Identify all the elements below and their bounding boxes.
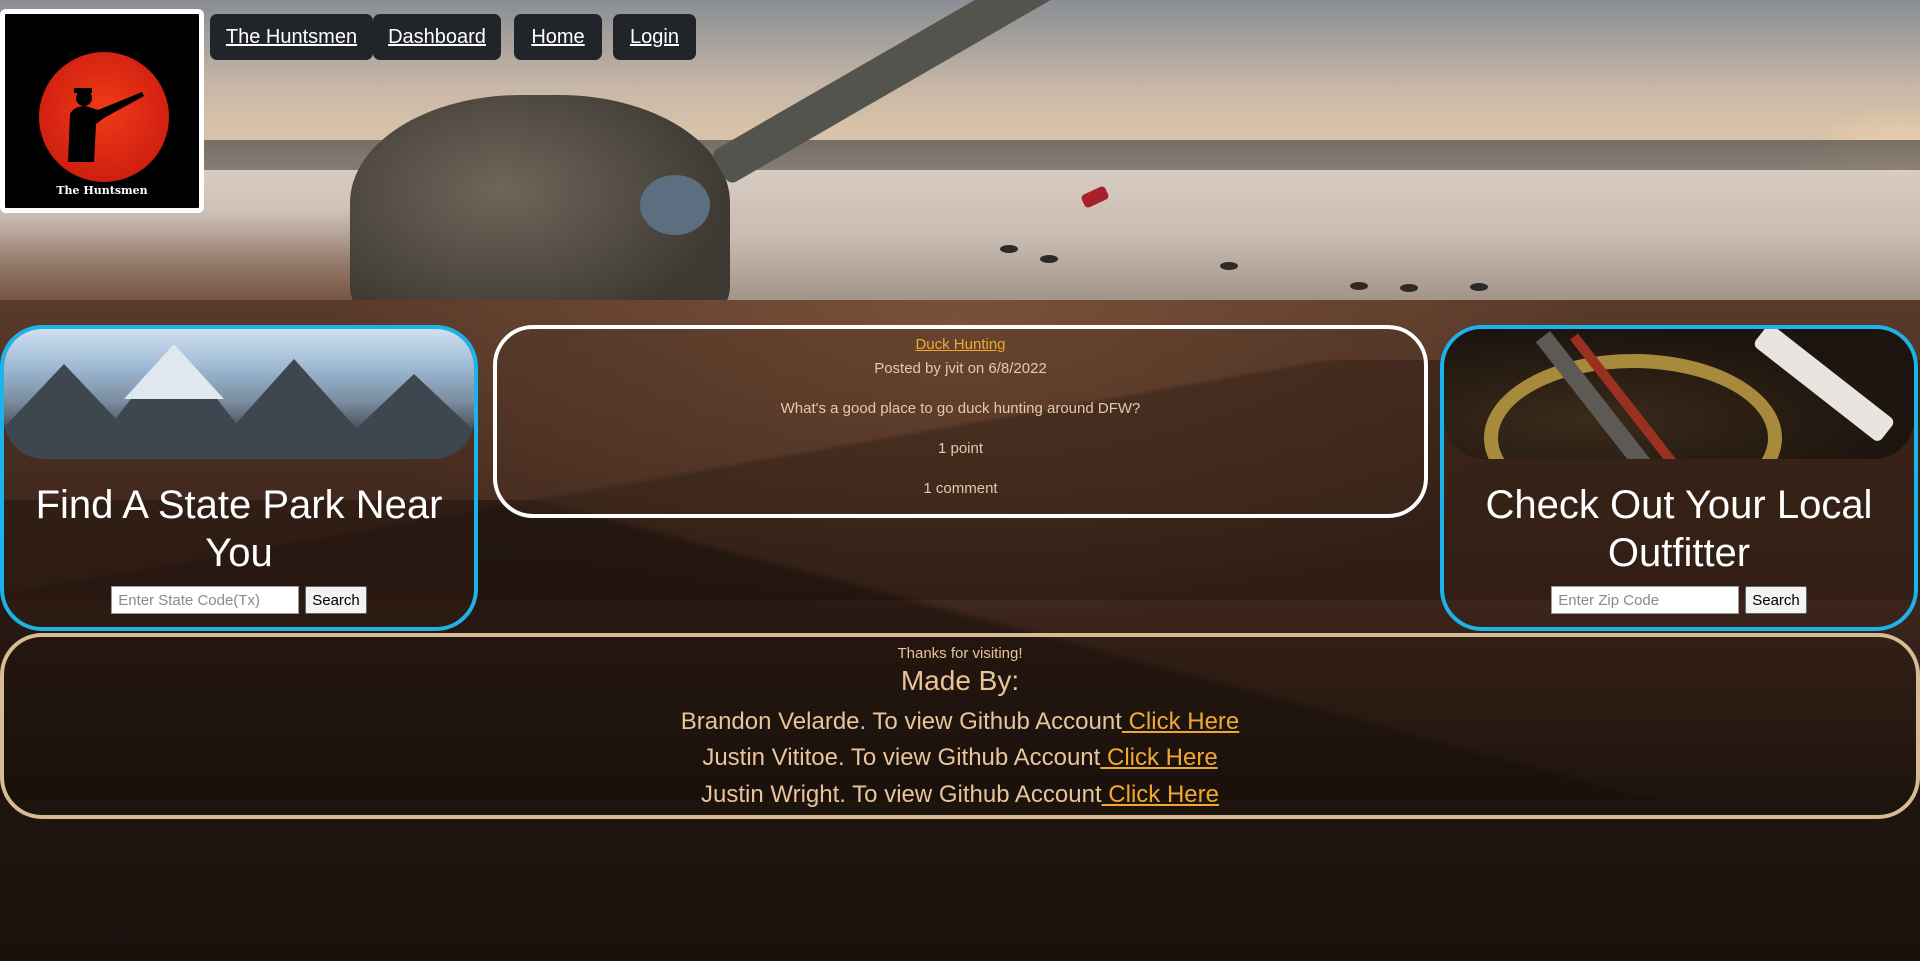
- credit-text: Justin Wright. To view Github Account: [701, 781, 1102, 808]
- state-park-card: Find A State Park Near You Search: [0, 325, 478, 631]
- github-link[interactable]: Click Here: [1122, 708, 1240, 735]
- duck-decoy: [1040, 255, 1058, 263]
- footer: Thanks for visiting! Made By: Brandon Ve…: [0, 633, 1920, 819]
- duck-decoy: [1350, 282, 1368, 290]
- post-title-link[interactable]: Duck Hunting: [915, 336, 1005, 353]
- duck-decoy: [1400, 284, 1418, 292]
- hero-grass: [0, 210, 360, 300]
- duck-decoy: [1220, 262, 1238, 270]
- duck-decoy: [1000, 245, 1018, 253]
- post-title: Duck Hunting: [497, 336, 1424, 353]
- outfitter-search-button[interactable]: Search: [1745, 586, 1807, 614]
- outfitter-card: Check Out Your Local Outfitter Search: [1440, 325, 1918, 631]
- footer-made-by: Made By:: [900, 665, 1020, 696]
- zip-code-input[interactable]: [1551, 586, 1740, 614]
- state-park-title: Find A State Park Near You: [35, 483, 443, 575]
- post-points: 1 point: [937, 440, 984, 457]
- credit-row: Brandon Velarde. To view Github Account …: [4, 708, 1916, 736]
- post-card: Duck Hunting Posted by jvit on 6/8/2022 …: [493, 325, 1428, 518]
- github-link[interactable]: Click Here: [1100, 744, 1218, 771]
- site-logo[interactable]: The Huntsmen: [0, 9, 204, 213]
- credit-text: Brandon Velarde. To view Github Account: [680, 708, 1122, 735]
- nav-the-huntsmen[interactable]: The Huntsmen: [210, 14, 373, 60]
- logo-text: The Huntsmen: [56, 184, 148, 197]
- nav-login[interactable]: Login: [613, 14, 696, 60]
- state-park-search-button[interactable]: Search: [305, 586, 367, 614]
- post-comments[interactable]: 1 comment: [497, 480, 1424, 497]
- credit-text: Justin Vititoe. To view Github Account: [702, 744, 1101, 771]
- duck-decoy: [1470, 283, 1488, 291]
- mountains-image: [4, 329, 474, 459]
- hunter-silhouette-icon: [68, 88, 144, 162]
- hunter-cap: [640, 175, 710, 235]
- footer-thanks: Thanks for visiting!: [897, 645, 1023, 662]
- shotgun-shells-image: [1444, 329, 1914, 459]
- credit-row: Justin Wright. To view Github Account Cl…: [4, 781, 1916, 809]
- credit-row: Justin Vititoe. To view Github Account C…: [4, 744, 1916, 772]
- nav-dashboard[interactable]: Dashboard: [373, 14, 501, 60]
- post-body: What's a good place to go duck hunting a…: [780, 400, 1141, 417]
- post-meta: Posted by jvit on 6/8/2022: [874, 360, 1047, 377]
- github-link[interactable]: Click Here: [1102, 781, 1219, 808]
- outfitter-title: Check Out Your Local Outfitter: [1485, 483, 1873, 575]
- nav-home[interactable]: Home: [514, 14, 602, 60]
- outfitter-search: Search: [1444, 586, 1914, 614]
- state-park-search: Search: [4, 586, 474, 614]
- hero-treeline: [0, 140, 1920, 170]
- state-code-input[interactable]: [111, 586, 300, 614]
